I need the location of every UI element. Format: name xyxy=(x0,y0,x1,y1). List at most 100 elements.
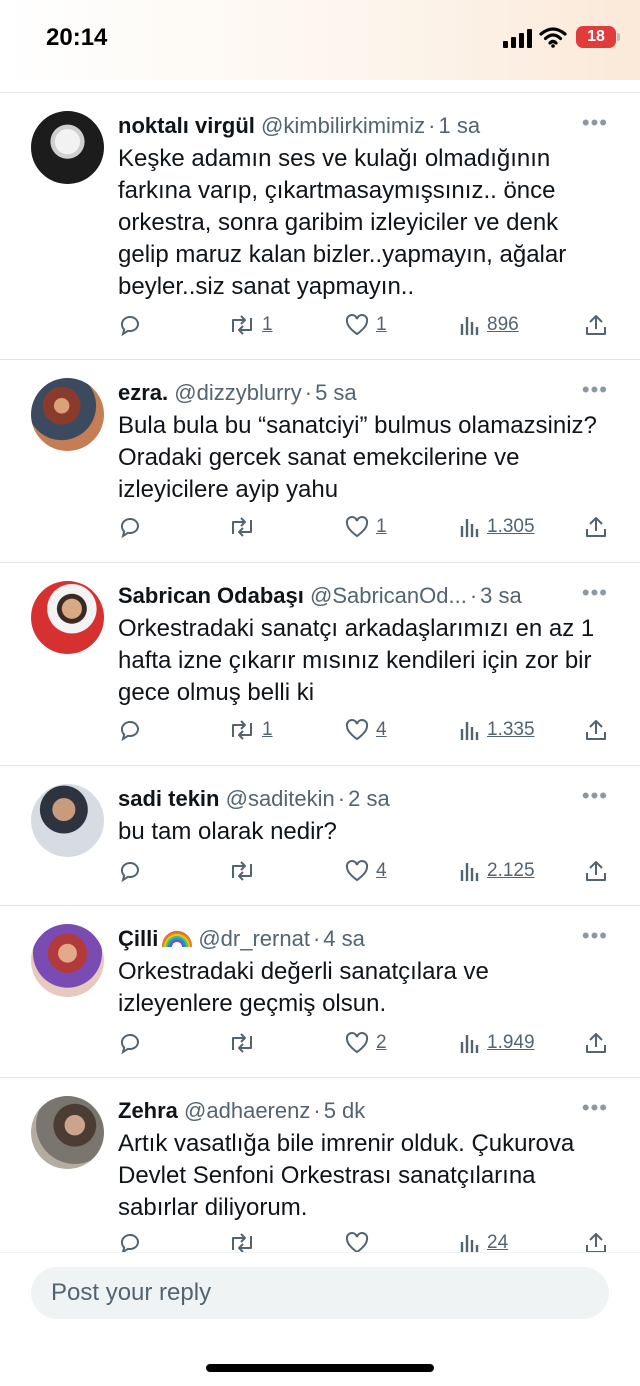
retweet-icon xyxy=(232,1233,252,1253)
more-icon[interactable]: ••• xyxy=(582,112,608,134)
reply-time[interactable]: 5 sa xyxy=(315,380,357,405)
avatar[interactable] xyxy=(31,924,104,997)
reply-icon xyxy=(121,518,139,539)
like-count: 4 xyxy=(376,860,387,881)
avatar[interactable] xyxy=(31,784,104,857)
heart-icon xyxy=(345,859,369,882)
retweet-icon xyxy=(232,720,252,740)
views-button[interactable]: 1.949 xyxy=(459,1028,535,1058)
reply-text: Artık vasatlığa bile imrenir olduk. Çuku… xyxy=(118,1130,575,1221)
reply-time[interactable]: 2 sa xyxy=(348,786,390,811)
share-button[interactable] xyxy=(584,1228,608,1253)
views-icon xyxy=(460,863,479,881)
reply-text: bu tam olarak nedir? xyxy=(118,818,337,845)
reply-author-handle[interactable]: @adhaerenz xyxy=(184,1098,310,1123)
like-count: 2 xyxy=(376,1032,387,1053)
views-button[interactable]: 1.335 xyxy=(459,715,535,745)
views-button[interactable]: 24 xyxy=(459,1228,508,1253)
reply-header: Çilli @dr_rernat · 4 sa xyxy=(118,926,365,951)
reply-item[interactable]: sadi tekin @saditekin · 2 sa ••• bu tam ol… xyxy=(0,766,640,906)
retweet-icon xyxy=(232,517,252,537)
retweet-button[interactable] xyxy=(228,1028,262,1058)
status-time: 20:14 xyxy=(46,24,108,51)
avatar[interactable] xyxy=(31,581,104,654)
retweet-icon xyxy=(232,1033,252,1053)
retweet-button[interactable] xyxy=(228,856,262,886)
share-button[interactable] xyxy=(584,856,608,886)
reply-time[interactable]: 5 dk xyxy=(324,1098,366,1123)
more-icon[interactable]: ••• xyxy=(582,582,608,604)
reply-author-name[interactable]: noktalı virgül xyxy=(118,113,255,138)
reply-button[interactable] xyxy=(118,856,142,886)
avatar[interactable] xyxy=(31,1096,104,1169)
reply-icon xyxy=(121,862,139,883)
heart-icon xyxy=(345,718,369,741)
reply-author-handle[interactable]: @saditekin xyxy=(226,786,335,811)
retweet-button[interactable]: 1 xyxy=(228,715,273,745)
more-icon[interactable]: ••• xyxy=(582,379,608,401)
reply-time[interactable]: 1 sa xyxy=(438,113,480,138)
reply-author-handle[interactable]: @dizzyblurry xyxy=(174,380,301,405)
reply-icon xyxy=(121,1034,139,1055)
reply-author-name[interactable]: Çilli xyxy=(118,926,158,951)
reply-item[interactable]: ezra. @dizzyblurry · 5 sa ••• Bula bula bu… xyxy=(0,360,640,563)
reply-button[interactable] xyxy=(118,512,142,542)
like-button[interactable] xyxy=(344,1228,376,1253)
reply-time[interactable]: 4 sa xyxy=(323,926,365,951)
reply-input[interactable] xyxy=(31,1267,609,1319)
view-count: 896 xyxy=(487,314,519,335)
more-icon[interactable]: ••• xyxy=(582,785,608,807)
reply-button[interactable] xyxy=(118,1228,142,1253)
share-button[interactable] xyxy=(584,512,608,542)
reply-button[interactable] xyxy=(118,310,142,340)
reply-header: noktalı virgül @kimbilirkimimiz · 1 sa xyxy=(118,113,481,138)
retweet-button[interactable]: 1 xyxy=(228,310,273,340)
like-button[interactable]: 4 xyxy=(344,856,387,886)
views-icon xyxy=(460,722,479,740)
retweet-button[interactable] xyxy=(228,512,262,542)
share-button[interactable] xyxy=(584,1028,608,1058)
retweet-count: 1 xyxy=(262,719,273,740)
reply-text: Keşke adamın ses ve kulağı olmadığının f… xyxy=(118,145,567,300)
rainbow-icon xyxy=(162,931,193,947)
reply-item[interactable]: Zehra @adhaerenz · 5 dk ••• Artık vasatlığ… xyxy=(0,1078,640,1253)
more-icon[interactable]: ••• xyxy=(582,1097,608,1119)
replies-feed[interactable]: noktalı virgül @kimbilirkimimiz · 1 sa •••… xyxy=(0,93,640,1253)
like-button[interactable]: 2 xyxy=(344,1028,387,1058)
reply-item[interactable]: noktalı virgül @kimbilirkimimiz · 1 sa •••… xyxy=(0,93,640,360)
more-icon[interactable]: ••• xyxy=(582,925,608,947)
share-button[interactable] xyxy=(584,715,608,745)
retweet-button[interactable] xyxy=(228,1228,262,1253)
reply-author-name[interactable]: sadi tekin xyxy=(118,786,219,811)
reply-header: ezra. @dizzyblurry · 5 sa xyxy=(118,380,357,405)
reply-item[interactable]: Çilli @dr_rernat · 4 sa ••• Orkestradaki de… xyxy=(0,906,640,1078)
share-icon xyxy=(586,1233,606,1253)
avatar[interactable] xyxy=(31,378,104,451)
views-icon xyxy=(460,519,479,537)
reply-time[interactable]: 3 sa xyxy=(480,583,522,608)
reply-item[interactable]: Sabrican Odabaşı @SabricanOd... · 3 sa •••… xyxy=(0,563,640,766)
share-icon xyxy=(586,861,606,881)
home-indicator[interactable] xyxy=(206,1364,434,1372)
reply-author-handle[interactable]: @kimbilirkimimiz xyxy=(261,113,425,138)
reply-text: Orkestradaki değerli sanatçılara ve izle… xyxy=(118,958,489,1017)
reply-author-name[interactable]: ezra. xyxy=(118,380,168,405)
views-button[interactable]: 2.125 xyxy=(459,856,535,886)
share-button[interactable] xyxy=(584,310,608,340)
like-button[interactable]: 4 xyxy=(344,715,387,745)
reply-author-handle[interactable]: @SabricanOd... xyxy=(310,583,467,608)
avatar[interactable] xyxy=(31,111,104,184)
views-button[interactable]: 896 xyxy=(459,310,519,340)
action-bar: 4 2.125 xyxy=(118,856,608,886)
like-button[interactable]: 1 xyxy=(344,512,387,542)
reply-author-name[interactable]: Sabrican Odabaşı xyxy=(118,583,304,608)
like-button[interactable]: 1 xyxy=(344,310,387,340)
battery-icon: 18 xyxy=(576,26,620,48)
views-button[interactable]: 1.305 xyxy=(459,512,535,542)
reply-button[interactable] xyxy=(118,715,142,745)
reply-composer xyxy=(0,1252,640,1386)
reply-button[interactable] xyxy=(118,1028,142,1058)
reply-author-name[interactable]: Zehra xyxy=(118,1098,178,1123)
reply-author-handle[interactable]: @dr_rernat xyxy=(198,926,310,951)
like-count: 4 xyxy=(376,719,387,740)
